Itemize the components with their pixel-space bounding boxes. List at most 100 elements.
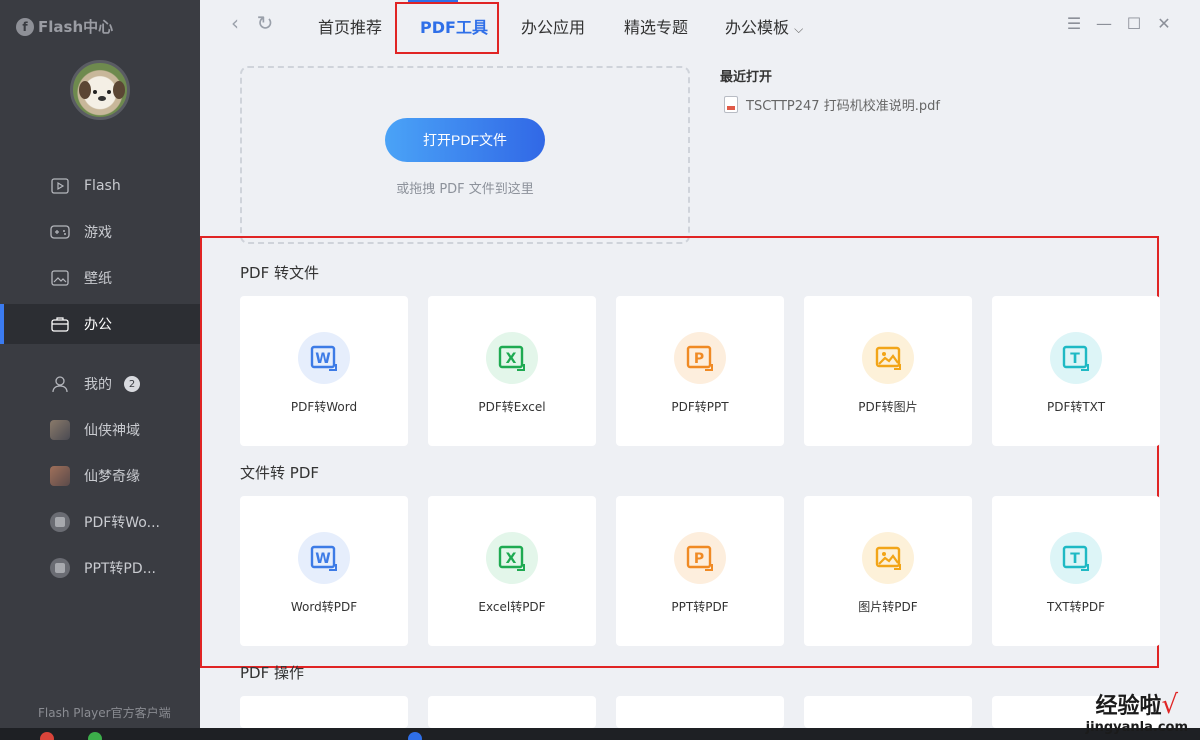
sidebar-item-label: 办公 bbox=[84, 317, 112, 333]
tab-office-apps[interactable]: 办公应用 bbox=[521, 14, 585, 38]
svg-text:P: P bbox=[694, 351, 704, 367]
taskbar-app-icon[interactable] bbox=[408, 732, 422, 740]
svg-text:T: T bbox=[1070, 351, 1080, 367]
tool-card-label: PDF转Excel bbox=[478, 400, 546, 414]
sidebar-item-label: 仙侠神域 bbox=[84, 423, 140, 439]
svg-text:T: T bbox=[1070, 551, 1080, 567]
open-pdf-button[interactable]: 打开PDF文件 bbox=[385, 118, 545, 162]
word-icon: W bbox=[298, 332, 350, 384]
top-nav: ‹ ↻ 首页推荐 PDF工具 办公应用 精选专题 办公模板 ⌵ ☰ — ☐ ✕ bbox=[200, 0, 1200, 50]
txt-icon: T bbox=[1050, 532, 1102, 584]
tool-card[interactable]: PDF转图片 bbox=[804, 296, 972, 446]
sidebar-item-label: PDF转Wo... bbox=[84, 515, 160, 531]
sidebar-footer: Flash Player官方客户端 bbox=[38, 706, 171, 720]
tab-featured[interactable]: 精选专题 bbox=[624, 14, 688, 38]
sidebar-item-label: Flash bbox=[84, 178, 121, 194]
tool-card[interactable]: W Word转PDF bbox=[240, 496, 408, 646]
tab-templates[interactable]: 办公模板 ⌵ bbox=[725, 14, 803, 38]
taskbar-app-icon[interactable] bbox=[40, 732, 54, 740]
flash-logo-icon: f bbox=[16, 17, 34, 36]
ppt-icon: P bbox=[674, 332, 726, 384]
sidebar-item-game-xianxia[interactable]: 仙侠神域 bbox=[0, 410, 200, 450]
tool-card-label: Word转PDF bbox=[290, 600, 358, 614]
recent-file-item[interactable]: TSCTTP247 打码机校准说明.pdf bbox=[724, 95, 940, 114]
wallpaper-icon bbox=[50, 268, 70, 288]
tool-card[interactable]: T PDF转TXT bbox=[992, 296, 1160, 446]
watermark-brand: 经验啦 bbox=[1095, 693, 1162, 719]
tab-label: 办公模板 bbox=[725, 18, 790, 37]
pdf-operation-card[interactable] bbox=[240, 696, 408, 728]
sidebar-item-label: 我的 bbox=[84, 377, 112, 393]
excel-icon: X bbox=[486, 532, 538, 584]
notification-badge: 2 bbox=[124, 376, 140, 392]
sidebar-item-game-xianmeng[interactable]: 仙梦奇缘 bbox=[0, 456, 200, 496]
chevron-down-icon: ⌵ bbox=[794, 22, 804, 36]
checkmark-icon: √ bbox=[1161, 690, 1179, 720]
tool-card-label: Excel转PDF bbox=[478, 600, 546, 614]
sidebar-item-label: 壁纸 bbox=[84, 271, 112, 287]
tool-card[interactable]: P PDF转PPT bbox=[616, 296, 784, 446]
sidebar: f Flash中心 Flash 游戏 壁纸 办公 我的 2 仙侠神域 仙梦奇缘 … bbox=[0, 0, 200, 740]
menu-icon[interactable]: ☰ bbox=[1062, 12, 1086, 36]
tool-card[interactable]: T TXT转PDF bbox=[992, 496, 1160, 646]
close-icon[interactable]: ✕ bbox=[1152, 12, 1176, 36]
section-title-pdf-operations: PDF 操作 bbox=[240, 664, 304, 682]
tool-card-label: 图片转PDF bbox=[858, 600, 918, 614]
tool-card-label: PPT转PDF bbox=[671, 600, 729, 614]
drop-hint: 或拖拽 PDF 文件到这里 bbox=[396, 182, 534, 197]
taskbar-app-icon[interactable] bbox=[88, 732, 102, 740]
app-icon bbox=[50, 558, 70, 578]
sidebar-item-ppt-to-pdf[interactable]: PPT转PD... bbox=[0, 548, 200, 588]
svg-text:X: X bbox=[506, 551, 517, 567]
tool-card-label: TXT转PDF bbox=[1046, 600, 1106, 614]
tab-pdf-tools[interactable]: PDF工具 bbox=[420, 14, 488, 38]
tool-card-label: PDF转Word bbox=[290, 400, 358, 414]
image-icon bbox=[862, 532, 914, 584]
game-thumb-icon bbox=[50, 420, 70, 440]
back-icon[interactable]: ‹ bbox=[224, 12, 246, 34]
txt-icon: T bbox=[1050, 332, 1102, 384]
minimize-icon[interactable]: — bbox=[1092, 12, 1116, 36]
tool-card[interactable]: P PPT转PDF bbox=[616, 496, 784, 646]
section-title-file-to-pdf: 文件转 PDF bbox=[240, 464, 319, 482]
image-icon bbox=[862, 332, 914, 384]
avatar[interactable] bbox=[70, 60, 130, 120]
pdf-operation-card[interactable] bbox=[804, 696, 972, 728]
sidebar-item-flash[interactable]: Flash bbox=[0, 166, 200, 206]
tool-card[interactable]: 图片转PDF bbox=[804, 496, 972, 646]
tool-card-label: PDF转PPT bbox=[671, 400, 729, 414]
sidebar-item-mine[interactable]: 我的 2 bbox=[0, 364, 200, 404]
maximize-icon[interactable]: ☐ bbox=[1122, 12, 1146, 36]
sidebar-item-label: 仙梦奇缘 bbox=[84, 469, 140, 485]
sidebar-item-games[interactable]: 游戏 bbox=[0, 212, 200, 252]
tool-card-label: PDF转TXT bbox=[1046, 400, 1106, 414]
os-taskbar bbox=[0, 728, 1200, 740]
pdf-operation-card[interactable] bbox=[616, 696, 784, 728]
section-title-pdf-to-file: PDF 转文件 bbox=[240, 264, 319, 282]
svg-text:P: P bbox=[694, 551, 704, 567]
app-logo: f Flash中心 bbox=[16, 16, 113, 37]
watermark: 经验啦√ jingyanla.com bbox=[1086, 688, 1188, 735]
logo-text: Flash中心 bbox=[38, 18, 114, 36]
watermark-site: jingyanla.com bbox=[1085, 720, 1188, 735]
game-thumb-icon bbox=[50, 466, 70, 486]
svg-text:X: X bbox=[506, 351, 517, 367]
excel-icon: X bbox=[486, 332, 538, 384]
svg-text:W: W bbox=[315, 551, 330, 567]
tool-card[interactable]: X PDF转Excel bbox=[428, 296, 596, 446]
tool-card[interactable]: X Excel转PDF bbox=[428, 496, 596, 646]
tool-card-label: PDF转图片 bbox=[858, 400, 918, 414]
pdf-drop-zone[interactable]: 打开PDF文件 或拖拽 PDF 文件到这里 bbox=[240, 66, 690, 244]
refresh-icon[interactable]: ↻ bbox=[254, 12, 276, 34]
briefcase-icon bbox=[50, 314, 70, 334]
svg-text:W: W bbox=[315, 351, 330, 367]
sidebar-item-pdf-to-word[interactable]: PDF转Wo... bbox=[0, 502, 200, 542]
pdf-operation-card[interactable] bbox=[428, 696, 596, 728]
recent-file-name: TSCTTP247 打码机校准说明.pdf bbox=[746, 99, 940, 114]
pdf-file-icon bbox=[724, 96, 738, 113]
tab-home[interactable]: 首页推荐 bbox=[318, 14, 382, 38]
sidebar-item-wallpaper[interactable]: 壁纸 bbox=[0, 258, 200, 298]
sidebar-item-office[interactable]: 办公 bbox=[0, 304, 200, 344]
recent-title: 最近打开 bbox=[720, 70, 773, 85]
tool-card[interactable]: W PDF转Word bbox=[240, 296, 408, 446]
